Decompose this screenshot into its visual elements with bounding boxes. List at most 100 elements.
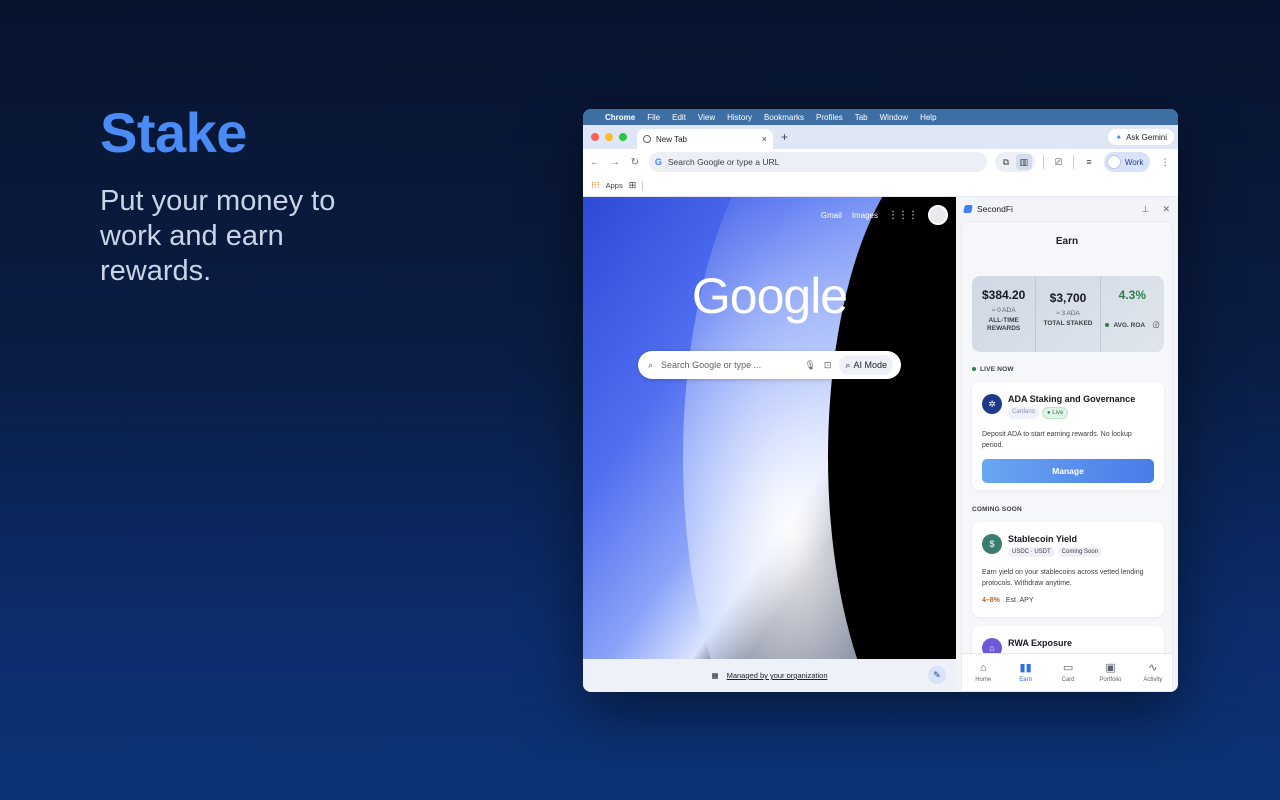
account-avatar[interactable] — [928, 205, 948, 225]
ask-gemini-button[interactable]: ✦ Ask Gemini — [1108, 129, 1174, 145]
tab-new-tab[interactable]: New Tab × — [637, 129, 773, 149]
address-bar[interactable]: G Search Google or type a URL — [648, 152, 987, 172]
menu-bar: Chrome File Edit View History Bookmarks … — [583, 109, 1178, 125]
google-apps-icon[interactable]: ⋮⋮⋮ — [888, 210, 918, 221]
card-title: ADA Staking and Governance — [1008, 394, 1136, 404]
pin-icon[interactable]: ⊥ — [1142, 204, 1150, 215]
status-badge: Coming Soon — [1057, 547, 1103, 557]
card-description: Earn yield on your stablecoins across ve… — [982, 569, 1144, 587]
avatar — [1106, 155, 1121, 169]
apy-label: Est. APY — [1005, 597, 1034, 604]
customize-pencil-icon[interactable]: ✎ — [928, 666, 946, 684]
nav-label: Earn — [1019, 677, 1032, 683]
tab-groups-icon[interactable]: ⊞ — [629, 180, 637, 191]
apy-row: 4–8% Est. APY — [982, 597, 1154, 604]
bookmarks-divider — [642, 180, 644, 191]
more-menu-icon[interactable]: ⋮ — [1158, 154, 1172, 170]
menu-item-profiles[interactable]: Profiles — [816, 113, 843, 122]
close-icon[interactable]: ✕ — [1162, 204, 1170, 215]
apy-range: 4–8% — [982, 597, 1000, 604]
apps-grid-icon: ⁝⁝⁝ — [591, 180, 600, 190]
nav-item-activity[interactable]: ∿ Activity — [1132, 654, 1172, 691]
back-icon[interactable]: ← — [589, 157, 601, 168]
nav-label: Activity — [1143, 677, 1163, 683]
manage-button[interactable]: Manage — [982, 459, 1154, 483]
stat-label: AVG. ROA ⓘ — [1101, 322, 1164, 330]
hero: Stake Put your money to work and earn re… — [100, 100, 400, 289]
bottom-nav: ⌂ Home ▮▮ Earn ▭ Card ▣ Portfolio ∿ Acti… — [962, 653, 1172, 691]
nav-item-portfolio[interactable]: ▣ Portfolio — [1089, 654, 1131, 691]
page-title: Earn — [1055, 236, 1079, 247]
menu-item-bookmarks[interactable]: Bookmarks — [764, 113, 804, 122]
address-bar-placeholder: Search Google or type a URL — [667, 157, 780, 167]
managed-by-org-link[interactable]: Managed by your organization — [727, 671, 828, 680]
google-g-icon: G — [654, 157, 662, 167]
ai-mode-button[interactable]: ⌕ AI Mode — [839, 355, 893, 375]
card-stablecoin-yield[interactable]: $ Stablecoin Yield USDC · USDT Coming So… — [972, 522, 1164, 617]
forward-icon[interactable]: → — [609, 157, 621, 168]
stat-value: $3,700 — [1049, 291, 1087, 305]
gmail-link[interactable]: Gmail — [821, 211, 842, 220]
menu-app-name[interactable]: Chrome — [605, 113, 635, 122]
card-ada-staking: ✲ ADA Staking and Governance Cardano ● L… — [972, 382, 1164, 490]
toolbar-divider — [1073, 155, 1075, 169]
profile-chip[interactable]: Work — [1103, 152, 1151, 172]
stablecoin-icon: $ — [982, 534, 1002, 554]
card-badges: USDC · USDT Coming Soon — [1008, 547, 1103, 557]
nav-item-home[interactable]: ⌂ Home — [962, 654, 1004, 691]
menu-item-tab[interactable]: Tab — [855, 113, 868, 122]
hero-title: Stake — [100, 101, 247, 164]
side-panel-title: SecondFi — [977, 204, 1013, 214]
building-icon: ▦ — [711, 671, 719, 680]
lens-icon[interactable]: ⊡ — [824, 360, 832, 371]
close-window-button[interactable] — [591, 133, 599, 141]
profile-label: Work — [1124, 157, 1144, 167]
stat-total-staked: $3,700 ≈ 3 ADA TOTAL STAKED — [1035, 276, 1099, 352]
info-icon[interactable]: ⓘ — [1153, 322, 1160, 329]
bookmark-apps[interactable]: Apps — [606, 181, 623, 190]
menu-item-window[interactable]: Window — [880, 113, 908, 122]
menu-item-help[interactable]: Help — [920, 113, 936, 122]
gemini-icon: ✦ — [1115, 132, 1123, 142]
toolbar: ← → ↻ G Search Google or type a URL ⧉ ▥ … — [583, 149, 1178, 175]
search-icon: ⌕ — [648, 359, 654, 370]
reading-list-icon[interactable]: ≡ — [1082, 154, 1096, 170]
pulse-icon: ∿ — [1148, 662, 1158, 674]
nav-label: Home — [975, 677, 992, 683]
ntp-search-placeholder: Search Google or type ... — [661, 360, 762, 370]
status-badge: ● Live — [1042, 407, 1069, 419]
minimize-window-button[interactable] — [605, 133, 613, 141]
reload-icon[interactable]: ↻ — [629, 157, 641, 168]
secondfi-panel: Earn $384.20 ≈ 0 ADA ALL-TIME REWARDS $3… — [961, 221, 1173, 692]
card-icon: ▭ — [1062, 662, 1074, 674]
nav-item-earn[interactable]: ▮▮ Earn — [1004, 654, 1046, 691]
menu-item-history[interactable]: History — [727, 113, 752, 122]
card-badges: Cardano ● Live — [1008, 407, 1135, 419]
nav-item-card[interactable]: ▭ Card — [1047, 654, 1089, 691]
images-link[interactable]: Images — [852, 211, 878, 220]
voice-search-icon[interactable]: 🎙 — [804, 360, 815, 371]
side-panel-icon[interactable]: ▥ — [1015, 154, 1032, 170]
extension-group: ⧉ ▥ — [994, 152, 1035, 172]
live-dot — [972, 367, 976, 372]
nav-label: Portfolio — [1099, 677, 1122, 683]
tab-close-icon[interactable]: × — [762, 134, 767, 144]
stat-avg-roa: 4.3% AVG. ROA ⓘ — [1099, 276, 1164, 352]
menu-item-edit[interactable]: Edit — [672, 113, 686, 122]
window-controls — [591, 133, 627, 141]
extensions-icon[interactable]: ⧉ — [998, 154, 1014, 170]
stats-summary: $384.20 ≈ 0 ADA ALL-TIME REWARDS $3,700 … — [972, 276, 1164, 352]
cast-icon[interactable]: ⎚ — [1052, 154, 1066, 170]
secondfi-logo-icon — [963, 205, 973, 213]
side-panel-header: SecondFi ⊥ ✕ — [956, 197, 1178, 221]
card-description: Deposit ADA to start earning rewards. No… — [982, 431, 1132, 449]
menu-item-view[interactable]: View — [698, 113, 715, 122]
ntp-search-box[interactable]: ⌕ Search Google or type ... 🎙 ⊡ ⌕ AI Mod… — [638, 351, 901, 379]
zoom-window-button[interactable] — [619, 133, 627, 141]
tab-label: New Tab — [656, 134, 687, 144]
ai-search-icon: ⌕ — [845, 359, 851, 370]
hero-subtitle: Put your money to work and earn rewards. — [100, 185, 336, 287]
chrome-icon — [643, 135, 651, 143]
menu-item-file[interactable]: File — [647, 113, 660, 122]
new-tab-button[interactable]: + — [781, 130, 788, 144]
